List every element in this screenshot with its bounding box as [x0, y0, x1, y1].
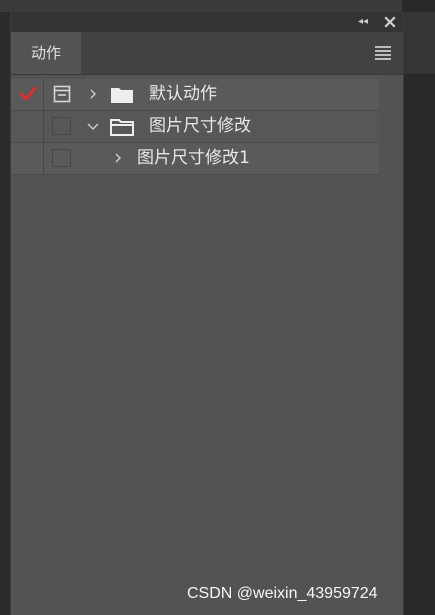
double-chevron-left-icon[interactable]: ◂◂	[355, 14, 371, 30]
right-dock-area	[402, 0, 435, 615]
toggle-item-cell[interactable]	[11, 143, 44, 174]
chevron-right-icon[interactable]	[87, 88, 99, 100]
close-icon[interactable]	[381, 13, 399, 31]
chevron-right-icon[interactable]	[112, 152, 124, 164]
toggle-item-cell[interactable]	[11, 111, 44, 142]
folder-icon	[111, 88, 133, 103]
dialog-toggle-icon[interactable]	[53, 85, 71, 103]
panel-menu-icon[interactable]	[375, 46, 391, 60]
dialog-toggle-empty[interactable]	[52, 117, 71, 135]
top-dock-strip	[0, 0, 435, 12]
chevron-down-icon[interactable]	[87, 120, 99, 132]
action-set-label: 图片尺寸修改	[149, 116, 251, 136]
toggle-dialog-cell[interactable]	[44, 143, 79, 174]
action-label: 图片尺寸修改1	[137, 148, 250, 168]
panel-titlebar[interactable]: ◂◂	[11, 12, 403, 32]
folder-open-icon	[110, 119, 134, 136]
action-set-label: 默认动作	[149, 84, 217, 104]
toggle-dialog-cell[interactable]	[44, 79, 79, 110]
actions-list: 默认动作 图片尺寸修改 图片尺寸修改1	[11, 79, 379, 175]
tab-actions[interactable]: 动作	[11, 32, 81, 74]
list-item[interactable]: 默认动作	[11, 79, 379, 111]
check-icon[interactable]	[19, 86, 37, 102]
watermark-text: CSDN @weixin_43959724	[187, 585, 378, 602]
dialog-toggle-empty[interactable]	[52, 149, 71, 167]
actions-panel: ◂◂ 动作 默认动作 图片尺寸修改 图片尺寸修改1	[10, 12, 404, 615]
right-dock-upper	[402, 12, 435, 74]
toggle-item-cell[interactable]	[11, 79, 44, 110]
panel-tabbar: 动作	[11, 32, 403, 75]
list-item[interactable]: 图片尺寸修改1	[11, 143, 379, 175]
toggle-dialog-cell[interactable]	[44, 111, 79, 142]
list-item[interactable]: 图片尺寸修改	[11, 111, 379, 143]
